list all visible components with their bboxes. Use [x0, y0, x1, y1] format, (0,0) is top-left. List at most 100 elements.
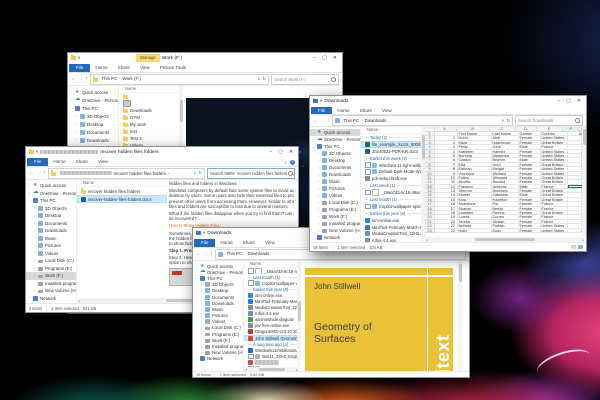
sidebar-item[interactable]: › Documents — [310, 164, 360, 171]
file-row[interactable]: Windows-11-light-wallpaper- — [361, 162, 421, 169]
excel-vertical-scrollbar[interactable] — [582, 127, 586, 237]
sidebar-item[interactable]: › Installed programs (... — [26, 280, 76, 288]
sheet-cell[interactable]: Holly — [457, 228, 492, 233]
ribbon-tab[interactable]: Share — [113, 64, 135, 72]
file-row[interactable]: recover hidden files folders — [77, 187, 167, 195]
sidebar-item[interactable]: › Documents — [68, 128, 118, 136]
scroll-right-icon[interactable]: ▸ — [582, 238, 584, 242]
sidebar-item[interactable]: › Quick access — [26, 182, 76, 190]
sheet-cell[interactable]: United States — [540, 228, 568, 233]
sheet-row-header[interactable]: 23 — [425, 228, 435, 233]
sidebar-item[interactable]: › Pictures — [310, 185, 360, 192]
item-checkbox[interactable] — [248, 353, 254, 360]
breadcrumb[interactable]: This PCWork (F:) ∨↻ — [89, 73, 269, 85]
file-row[interactable]: _19aa7d3-5c18-49ac-909a-9b — [244, 268, 297, 275]
sidebar-item[interactable]: › Documents — [26, 220, 76, 228]
minimize-button[interactable]: – — [557, 98, 560, 104]
close-button[interactable]: ✕ — [333, 55, 337, 61]
sidebar-item[interactable]: › Installed programs (... — [310, 220, 360, 227]
back-icon[interactable]: ← — [71, 76, 76, 82]
search-input[interactable]: Search 5609- recover hidden files folder… — [207, 167, 295, 179]
sidebar-item[interactable]: › New Volume (H:) — [310, 227, 360, 234]
refresh-icon[interactable]: ↻ — [198, 170, 202, 176]
maximize-button[interactable]: ▢ — [566, 98, 571, 104]
back-icon[interactable]: ← — [313, 118, 318, 124]
close-button[interactable]: ✕ — [577, 98, 581, 104]
sidebar-item[interactable]: › Desktop — [68, 120, 118, 128]
forward-icon[interactable]: → — [36, 170, 41, 176]
search-input[interactable]: Search Downloads — [515, 115, 583, 126]
back-icon[interactable]: ← — [29, 170, 34, 176]
item-checkbox[interactable] — [248, 268, 254, 274]
ribbon-tab[interactable]: Share — [355, 107, 377, 114]
sidebar-item[interactable]: › 3D Objects — [68, 112, 118, 120]
file-row[interactable]: MediaCreationTool_22H2.exe — [244, 305, 297, 311]
sheet-cell[interactable]: Eudy — [491, 228, 519, 233]
sidebar-item[interactable]: ⌄ This PC — [310, 143, 360, 150]
breadcrumb-item[interactable]: Downloads — [365, 118, 387, 123]
up-icon[interactable]: ↑ — [327, 118, 330, 124]
ribbon-collapse-icon[interactable]: ∧ — [284, 160, 287, 165]
file-row[interactable] — [119, 93, 179, 100]
ribbon-tab[interactable]: Home — [48, 158, 70, 166]
ribbon-tab[interactable]: Home — [215, 239, 237, 247]
sidebar-item[interactable]: › Quick access — [68, 88, 118, 96]
refresh-icon[interactable]: ↻ — [262, 76, 266, 82]
ribbon-tab[interactable]: View — [93, 158, 113, 166]
file-row[interactable]: pdr-setup-bmb.exe — [361, 175, 421, 182]
search-input[interactable]: Search Work (F:) — [271, 73, 339, 85]
sidebar-item[interactable]: › New Volume (H:) — [26, 287, 76, 295]
file-row[interactable]: MediaCreationTool_22H2.exe — [361, 230, 421, 237]
sidebar-item[interactable]: › OneDrive - Personal — [68, 96, 118, 104]
sidebar-item[interactable]: › OneDrive - Personal — [193, 269, 243, 275]
sidebar-item[interactable]: › Network — [310, 234, 360, 241]
ribbon-tab[interactable]: File — [194, 239, 216, 247]
sidebar-item[interactable]: › Network — [193, 356, 243, 362]
large-icons-view-icon[interactable] — [578, 245, 583, 249]
item-checkbox[interactable] — [248, 280, 254, 286]
sidebar-item[interactable]: › Downloads — [310, 171, 360, 178]
sidebar-item[interactable]: › 3D Objects — [310, 150, 360, 157]
up-icon[interactable]: ↑ — [85, 76, 88, 82]
breadcrumb[interactable]: recover hidden files folders ∨↻ — [47, 167, 205, 179]
file-row[interactable]: recover-hidden-files-folders.docx — [77, 195, 167, 203]
sidebar-item[interactable]: › Programs (E:) — [26, 265, 76, 273]
sidebar-item[interactable]: › Work (F:) — [310, 213, 360, 220]
quick-access-toolbar-icon[interactable]: ▾ — [78, 55, 80, 61]
maximize-button[interactable]: ▢ — [322, 55, 327, 61]
file-row[interactable]: MiniTool-February-March-03- — [244, 298, 297, 305]
file-row[interactable]: Last week (1) — [361, 182, 421, 189]
breadcrumb-item[interactable]: This PC — [344, 118, 365, 123]
breadcrumb-item[interactable]: recover hidden files folders — [114, 171, 172, 176]
file-row[interactable]: test — [119, 128, 179, 135]
sheet-cell[interactable]: 22 — [435, 228, 458, 233]
sidebar-item[interactable]: › Local Disk (C:) — [310, 199, 360, 206]
file-row[interactable]: Today (2) — [361, 134, 421, 141]
ribbon-tab[interactable]: Share — [71, 158, 93, 166]
file-row[interactable]: My work — [119, 121, 179, 128]
file-row[interactable]: Test 2 — [119, 135, 179, 142]
sidebar-item[interactable]: › Local Disk (C:) — [26, 257, 76, 265]
ribbon-tab[interactable]: Home — [332, 107, 354, 114]
file-row[interactable]: Windows11InstallationAssistan — [244, 347, 297, 353]
file-row[interactable]: Earlier this year (8) — [361, 210, 421, 217]
up-icon[interactable]: ↑ — [43, 170, 46, 176]
ribbon-tab[interactable]: View — [260, 239, 280, 247]
title-bar[interactable]: ▾ Downloads – ▢ ✕ — [310, 96, 586, 106]
sheet-cell[interactable]: Female — [518, 228, 541, 233]
breadcrumb-item[interactable]: This PC — [227, 251, 248, 256]
scroll-left-icon[interactable]: ◂ — [426, 238, 428, 242]
file-row[interactable]: Downloads — [119, 107, 179, 114]
file-row[interactable] — [119, 100, 179, 107]
address-dropdown-icon[interactable]: ∨ — [193, 170, 196, 176]
sidebar-item[interactable]: › Programs (E:) — [310, 206, 360, 213]
minimize-button[interactable]: – — [313, 55, 316, 61]
ribbon-tab[interactable]: File — [311, 107, 333, 114]
details-view-icon[interactable] — [571, 245, 576, 249]
breadcrumb-item[interactable]: Work (F:) — [123, 76, 141, 81]
ribbon-tab[interactable]: Home — [90, 64, 112, 72]
sidebar-item[interactable]: › 3D Objects — [26, 205, 76, 213]
column-header-name[interactable]: Name — [244, 261, 297, 268]
sidebar-item[interactable]: ⌄ This PC — [26, 197, 76, 205]
column-header-name[interactable]: Name — [77, 180, 167, 187]
